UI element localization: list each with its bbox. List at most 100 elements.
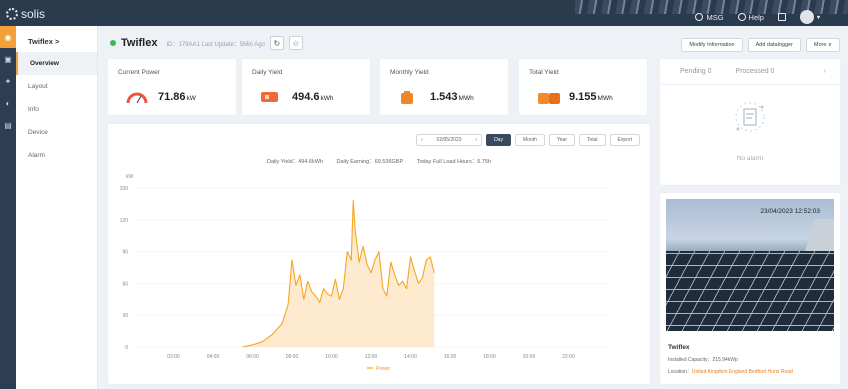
help-button[interactable]: Help — [737, 12, 764, 22]
stat-unit: kW — [186, 95, 196, 102]
x-tick-label: 02:00 — [167, 354, 180, 360]
x-tick-label: 18:00 — [483, 354, 496, 360]
tab-year[interactable]: Year — [548, 134, 575, 146]
stat-value: 71.86kW — [158, 91, 196, 103]
alarm-tabs: Pending 0 Processed 0 › — [660, 59, 840, 85]
x-tick-label: 08:00 — [286, 354, 299, 360]
stat-number: 9.155 — [569, 91, 597, 103]
y-tick-label: 0 — [125, 345, 128, 351]
y-tick-label: 60 — [122, 281, 128, 287]
power-chart-card: ‹ 02/05/2023 › Day Month Year Total Expo… — [108, 124, 650, 384]
rail-service-icon[interactable]: ✦ — [0, 70, 16, 92]
x-tick-label: 22:00 — [562, 354, 575, 360]
help-label: Help — [748, 12, 764, 22]
no-alarm-text: No alarm — [736, 155, 764, 162]
installed-capacity: Installed Capacity：215.94kWp — [668, 357, 738, 363]
rail-device-icon[interactable]: ▣ — [0, 48, 16, 70]
stat-value: 494.6kWh — [292, 91, 334, 103]
x-tick-label: 12:00 — [365, 354, 378, 360]
photo-solar-panels — [666, 251, 834, 331]
stat-unit: MWh — [458, 95, 474, 102]
x-tick-label: 04:00 — [207, 354, 220, 360]
location-label: Location： — [668, 369, 692, 375]
location-value[interactable]: United Kingdom England Bedford Hurst Roa… — [692, 369, 793, 375]
x-tick-label: 20:00 — [523, 354, 536, 360]
plant-sidebar: Twiflex > Overview Layout Info Device Al… — [16, 26, 98, 389]
stat-label: Daily Yield — [252, 69, 283, 76]
refresh-icon[interactable]: ↻ — [269, 36, 284, 50]
add-datalogger-button[interactable]: Add datalogger — [747, 38, 801, 52]
online-status-dot — [110, 40, 116, 46]
battery-stack-icon — [538, 93, 560, 104]
x-tick-label: 14:00 — [404, 354, 417, 360]
y-axis-label: kW — [126, 174, 134, 180]
y-tick-label: 30 — [122, 313, 128, 319]
avatar — [799, 10, 814, 24]
y-tick-label: 90 — [122, 250, 128, 256]
help-icon — [737, 13, 746, 21]
power-chart[interactable]: kW 0 30 60 90 120 150 02:00 04:00 06:00 08:00 10:00… — [108, 164, 650, 380]
sidebar-item-alarm[interactable]: Alarm — [16, 144, 97, 167]
rail-plant-icon[interactable]: ◉ — [0, 26, 16, 48]
chevron-left-icon[interactable]: ‹ — [421, 135, 423, 145]
chevron-down-icon: ▾ — [816, 14, 820, 21]
stat-number: 494.6 — [292, 91, 320, 103]
sidebar-item-device[interactable]: Device — [16, 121, 97, 144]
chevron-right-icon[interactable]: › — [475, 135, 477, 145]
stat-unit: MWh — [597, 95, 613, 102]
stat-label: Total Yield — [529, 69, 559, 76]
fullscreen-button[interactable] — [777, 13, 786, 21]
plant-header: Twiflex ID：179AA1 Last Update：5Min Ago ↻… — [110, 36, 303, 50]
left-icon-rail: ◉ ▣ ✦ ◐ ▤ — [0, 26, 16, 389]
power-area — [242, 200, 435, 347]
battery-pack-icon — [401, 91, 413, 104]
plant-actions: Modify Information Add datalogger More ∨ — [681, 38, 840, 52]
chevron-right-icon[interactable]: › — [824, 68, 826, 75]
photo-timestamp: 23/04/2023 12:52:03 — [760, 208, 820, 215]
sidebar-item-layout[interactable]: Layout — [16, 75, 97, 98]
modify-information-button[interactable]: Modify Information — [681, 38, 743, 52]
rail-alarm-icon[interactable]: ◐ — [0, 92, 16, 114]
plant-name: Twiflex — [121, 37, 158, 49]
battery-icon — [261, 92, 278, 102]
current-power-card: Current Power 71.86kW — [108, 59, 236, 115]
star-icon[interactable]: ☆ — [288, 36, 303, 50]
x-tick-label: 06:00 — [246, 354, 259, 360]
stat-unit: kWh — [320, 95, 334, 102]
tab-month[interactable]: Month — [514, 134, 545, 146]
tab-processed[interactable]: Processed 0 — [736, 68, 775, 75]
empty-alarm-icon — [735, 102, 765, 132]
message-icon — [695, 13, 704, 21]
screen-icon — [777, 13, 786, 21]
sidebar-plant-title[interactable]: Twiflex > — [16, 26, 97, 52]
x-tick-label: 16:00 — [444, 354, 457, 360]
date-value: 02/05/2023 — [436, 137, 462, 143]
total-yield-card: Total Yield 9.155MWh — [519, 59, 647, 115]
tab-total[interactable]: Total — [578, 134, 606, 146]
stat-label: Monthly Yield — [390, 69, 429, 76]
date-picker[interactable]: ‹ 02/05/2023 › — [416, 134, 483, 146]
location-line: Location：United Kingdom England Bedford … — [668, 368, 793, 375]
solis-logo[interactable]: solis — [6, 7, 45, 21]
y-tick-label: 150 — [120, 186, 129, 192]
msg-button[interactable]: MSG — [695, 12, 724, 22]
x-tick-label: 10:00 — [325, 354, 338, 360]
more-button[interactable]: More ∨ — [805, 38, 840, 52]
chart-controls: ‹ 02/05/2023 › Day Month Year Total Expo… — [416, 134, 640, 146]
export-button[interactable]: Export — [609, 134, 640, 146]
stat-label: Current Power — [118, 69, 160, 76]
gauge-icon — [126, 92, 148, 104]
sidebar-item-overview[interactable]: Overview — [16, 52, 97, 75]
stat-number: 1.543 — [430, 91, 458, 103]
tab-day[interactable]: Day — [486, 134, 511, 146]
daily-yield-card: Daily Yield 494.6kWh — [242, 59, 370, 115]
tab-pending[interactable]: Pending 0 — [680, 68, 712, 75]
rail-report-icon[interactable]: ▤ — [0, 114, 16, 136]
sidebar-item-info[interactable]: Info — [16, 98, 97, 121]
msg-label: MSG — [706, 12, 724, 22]
user-menu[interactable]: ▾ — [799, 10, 820, 24]
monthly-yield-card: Monthly Yield 1.543MWh — [380, 59, 508, 115]
stat-value: 1.543MWh — [430, 91, 474, 103]
plant-photo[interactable]: 23/04/2023 12:52:03 — [666, 199, 834, 331]
plant-meta: ID：179AA1 Last Update：5Min Ago — [166, 41, 265, 48]
